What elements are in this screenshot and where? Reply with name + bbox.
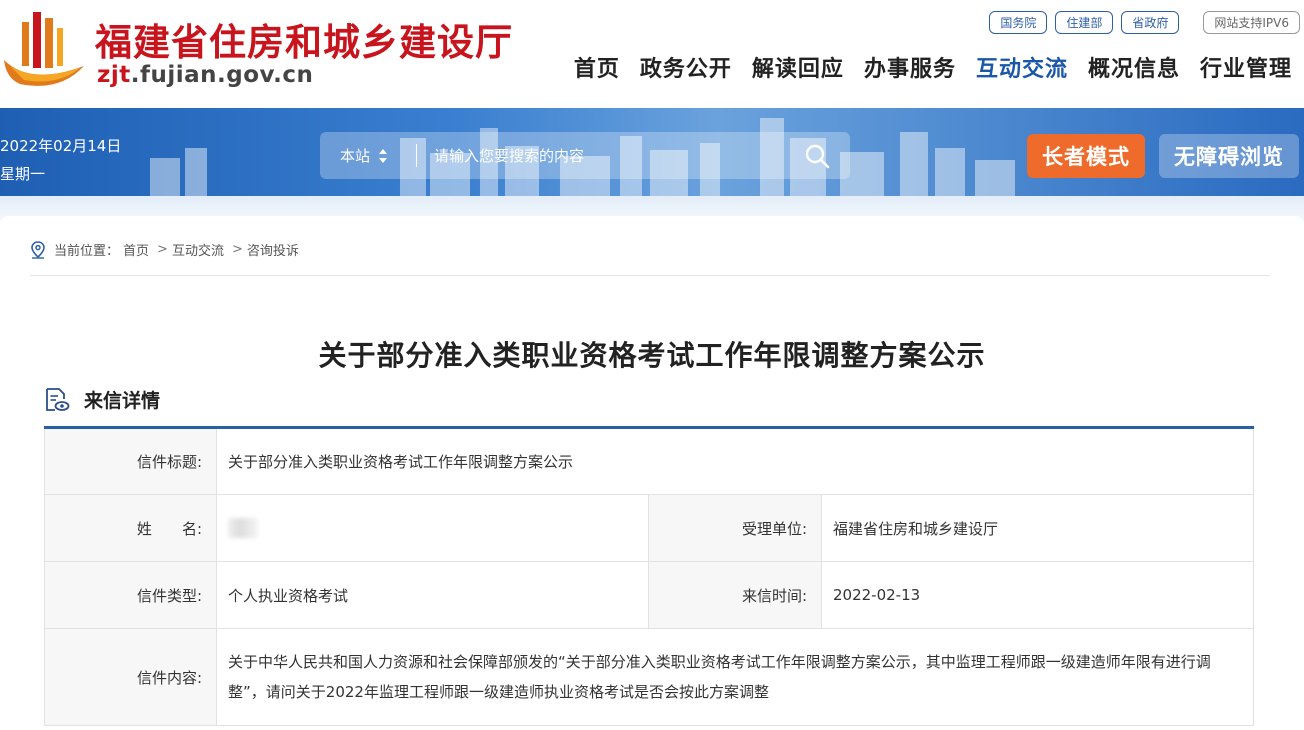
document-view-icon (46, 387, 70, 411)
nav-overview[interactable]: 概况信息 (1078, 52, 1190, 88)
name-label: 姓名: (44, 494, 217, 562)
breadcrumb-consult[interactable]: 咨询投诉 (247, 240, 299, 259)
breadcrumb-separator: > (157, 242, 168, 257)
breadcrumb: 当前位置： 首页 > 互动交流 > 咨询投诉 (30, 240, 303, 259)
domain-rest: .fujian.gov.cn (130, 62, 314, 88)
banner-date: 2022年02月14日 星期一 (0, 132, 121, 188)
top-link-province-gov[interactable]: 省政府 (1121, 11, 1180, 34)
table-row: 信件标题: 关于部分准入类职业资格考试工作年限调整方案公示 (44, 427, 1254, 495)
main-nav: 首页 政务公开 解读回应 办事服务 互动交流 概况信息 行业管理 (564, 52, 1302, 88)
nav-interaction[interactable]: 互动交流 (966, 52, 1078, 88)
accessible-browse-button[interactable]: 无障碍浏览 (1159, 134, 1299, 178)
current-weekday: 星期一 (0, 165, 46, 183)
top-link-mohurd[interactable]: 住建部 (1055, 11, 1114, 34)
breadcrumb-home[interactable]: 首页 (123, 240, 149, 259)
breadcrumb-divider (30, 275, 1270, 276)
section-title: 来信详情 (84, 390, 161, 412)
name-label-second: 名: (181, 519, 202, 538)
time-value: 2022-02-13 (821, 561, 1254, 629)
elder-mode-button[interactable]: 长者模式 (1027, 134, 1145, 178)
nav-home[interactable]: 首页 (564, 52, 630, 88)
content-label: 信件内容: (44, 628, 217, 726)
ipv6-badge: 网站支持IPV6 (1203, 11, 1300, 34)
table-row: 姓名: 受理单位: 福建省住房和城乡建设厅 (44, 494, 1254, 562)
location-icon (31, 240, 45, 259)
nav-interpretation[interactable]: 解读回应 (742, 52, 854, 88)
letter-title-value: 关于部分准入类职业资格考试工作年限调整方案公示 (216, 427, 1254, 495)
nav-services[interactable]: 办事服务 (854, 52, 966, 88)
name-redacted (228, 518, 258, 538)
article-title: 关于部分准入类职业资格考试工作年限调整方案公示 (318, 339, 986, 372)
search-scope-select[interactable]: 本站 (340, 132, 388, 179)
search-box: 本站 (320, 132, 850, 179)
domain-prefix: zjt (97, 62, 131, 88)
section-header: 来信详情 (44, 386, 160, 413)
type-value: 个人执业资格考试 (216, 561, 649, 629)
logo-mark-icon[interactable] (0, 8, 88, 90)
letter-detail-table: 信件标题: 关于部分准入类职业资格考试工作年限调整方案公示 姓名: 受理单位: … (44, 426, 1254, 726)
type-label: 信件类型: (44, 561, 217, 629)
site-title[interactable]: 福建省住房和城乡建设厅 (95, 12, 513, 66)
site-header: 福建省住房和城乡建设厅 zjt.fujian.gov.cn 国务院 住建部 省政… (0, 0, 1304, 108)
search-banner: 2022年02月14日 星期一 本站 长者模式 无障碍浏览 (0, 108, 1304, 196)
search-divider (416, 144, 417, 167)
search-scope-label: 本站 (340, 147, 371, 165)
content-panel: 当前位置： 首页 > 互动交流 > 咨询投诉 关于部分准入类职业资格考试工作年限… (0, 216, 1304, 730)
breadcrumb-prefix: 当前位置： (54, 244, 120, 259)
time-label: 来信时间: (648, 561, 822, 629)
table-row: 信件类型: 个人执业资格考试 来信时间: 2022-02-13 (44, 561, 1254, 629)
current-date: 2022年02月14日 (0, 137, 122, 155)
search-input[interactable] (434, 140, 794, 171)
site-domain: zjt.fujian.gov.cn (97, 62, 313, 88)
dept-label: 受理单位: (648, 494, 822, 562)
content-value: 关于中华人民共和国人力资源和社会保障部颁发的“关于部分准入类职业资格考试工作年限… (216, 628, 1254, 726)
nav-industry[interactable]: 行业管理 (1190, 52, 1302, 88)
top-link-state-council[interactable]: 国务院 (989, 11, 1048, 34)
nav-gov-affairs[interactable]: 政务公开 (630, 52, 742, 88)
name-value (216, 494, 649, 562)
breadcrumb-separator: > (231, 242, 243, 257)
updown-arrow-icon (379, 148, 388, 163)
breadcrumb-interaction[interactable]: 互动交流 (172, 240, 224, 259)
dept-value: 福建省住房和城乡建设厅 (821, 494, 1254, 562)
table-row: 信件内容: 关于中华人民共和国人力资源和社会保障部颁发的“关于部分准入类职业资格… (44, 628, 1254, 726)
top-links: 国务院 住建部 省政府 网站支持IPV6 (989, 11, 1300, 34)
letter-title-label: 信件标题: (44, 427, 217, 495)
name-label-first: 姓 (136, 519, 182, 538)
search-icon[interactable] (804, 143, 830, 169)
